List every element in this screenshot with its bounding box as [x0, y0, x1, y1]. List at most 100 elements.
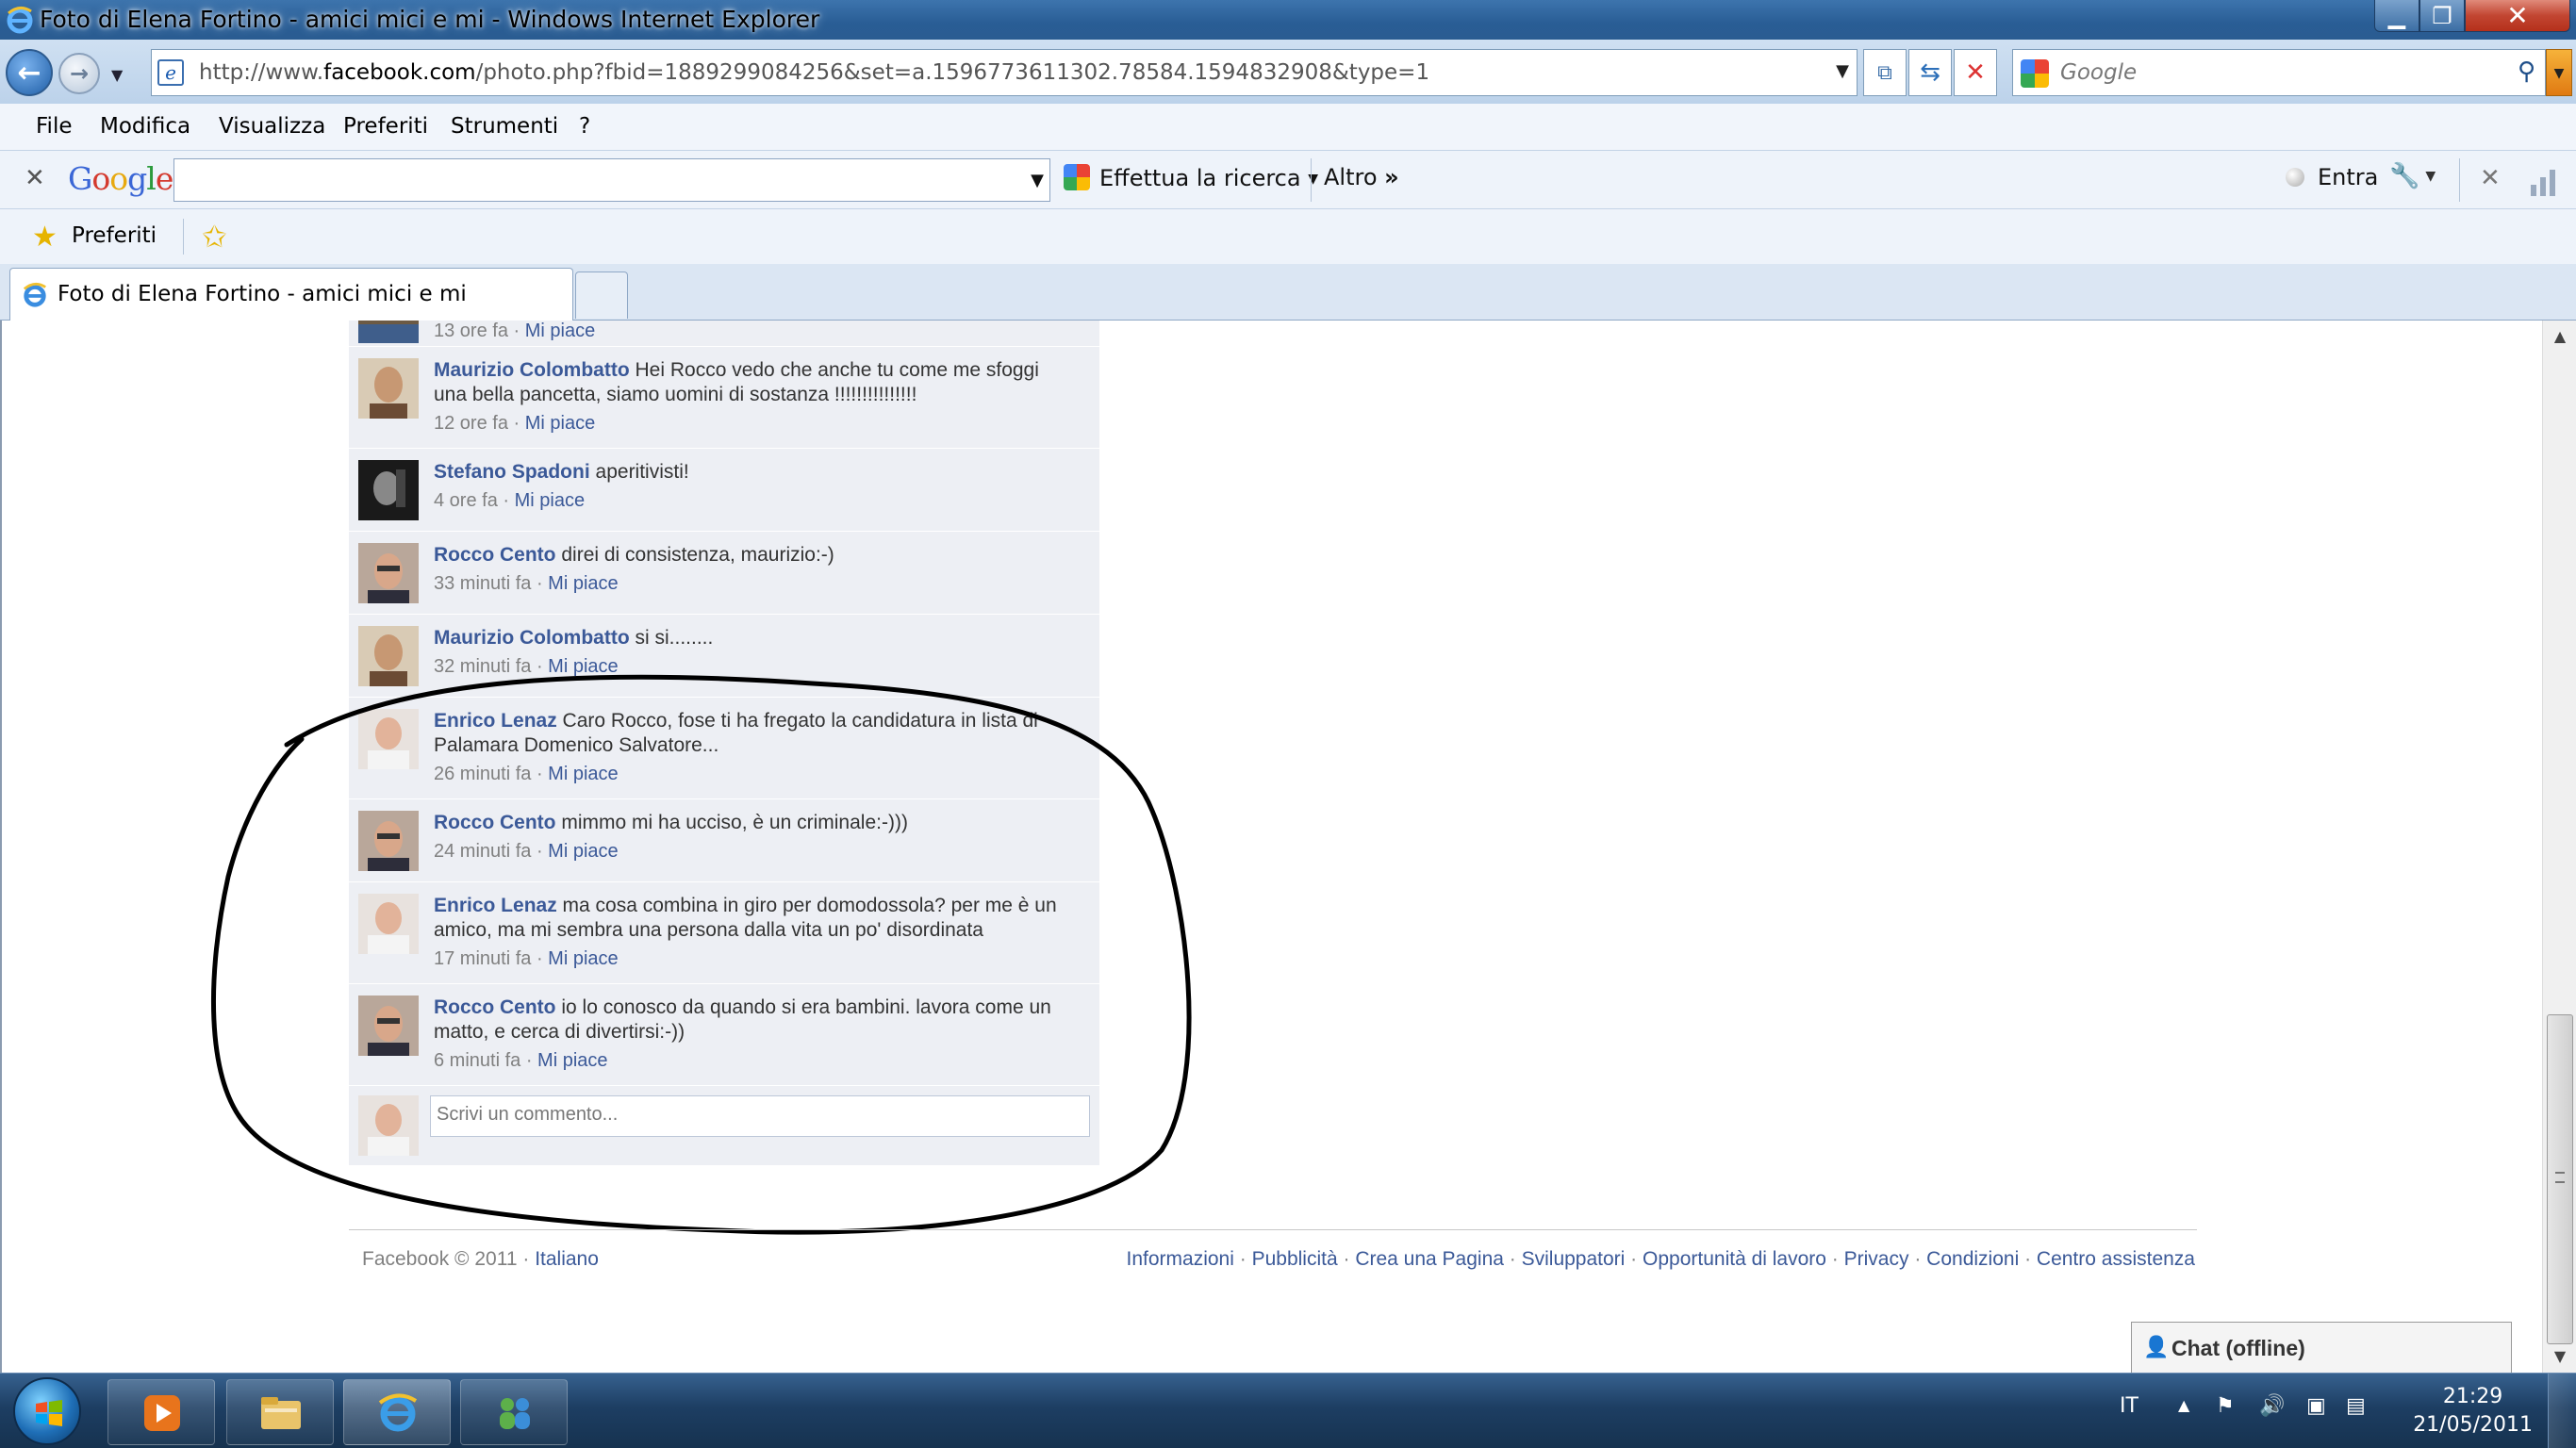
scrollbar-thumb[interactable] — [2547, 1014, 2573, 1344]
taskbar-explorer[interactable] — [226, 1379, 334, 1445]
favorites-button[interactable]: Preferiti — [72, 223, 157, 248]
add-favorites-icon[interactable]: ✩ — [202, 219, 227, 255]
like-link[interactable]: Mi piace — [525, 321, 595, 341]
comment-input[interactable]: Scrivi un commento... — [430, 1095, 1090, 1137]
like-link[interactable]: Mi piace — [515, 490, 585, 511]
favorites-star-icon: ★ — [32, 221, 58, 254]
like-link[interactable]: Mi piace — [548, 656, 618, 677]
address-bar[interactable]: e http://www.facebook.com/photo.php?fbid… — [151, 49, 1858, 96]
like-link[interactable]: Mi piace — [548, 841, 618, 862]
google-icon — [2021, 59, 2049, 88]
comment-author[interactable]: Enrico Lenaz — [434, 710, 557, 732]
google-icon — [1064, 164, 1090, 190]
footer-link-informazioni[interactable]: Informazioni — [1127, 1248, 1234, 1270]
start-button[interactable] — [13, 1377, 81, 1445]
ie-logo-icon — [23, 282, 46, 307]
google-toolbar: ✕ Google ▼ Effettua la ricerca ▼ Altro »… — [0, 151, 2576, 209]
google-sign-in-button[interactable]: Entra — [2286, 164, 2378, 190]
explorer-folder-icon — [261, 1397, 301, 1429]
close-google-toolbar-icon[interactable]: ✕ — [2480, 164, 2501, 192]
comment-author[interactable]: Maurizio Colombatto — [434, 359, 630, 381]
footer-link-crea-pagina[interactable]: Crea una Pagina — [1355, 1248, 1504, 1270]
comment-author[interactable]: Rocco Cento — [434, 812, 556, 833]
tab-facebook-photo[interactable]: Foto di Elena Fortino - amici mici e mi — [9, 268, 573, 321]
language-link[interactable]: Italiano — [535, 1248, 599, 1270]
wrench-icon[interactable]: 🔧 ▼ — [2389, 162, 2436, 190]
footer-link-condizioni[interactable]: Condizioni — [1926, 1248, 2019, 1270]
comment-item: Rocco Cento io lo conosco da quando si e… — [349, 984, 1099, 1086]
avatar — [358, 996, 419, 1056]
footer-link-pubblicita[interactable]: Pubblicità — [1252, 1248, 1338, 1270]
like-link[interactable]: Mi piace — [525, 413, 595, 434]
navigation-bar: ← → ▼ e http://www.facebook.com/photo.ph… — [0, 40, 2576, 104]
language-indicator[interactable]: IT — [2120, 1394, 2138, 1418]
search-providers-dropdown[interactable]: ▼ — [2546, 49, 2572, 96]
stop-button[interactable]: ✕ — [1954, 49, 1997, 96]
close-toolbar-icon[interactable]: ✕ — [25, 164, 45, 192]
like-link[interactable]: Mi piace — [548, 764, 618, 784]
avatar — [358, 709, 419, 769]
refresh-icon: ⇆ — [1920, 58, 1940, 87]
menu-visualizza[interactable]: Visualizza — [219, 114, 325, 139]
page-content: 13 ore fa · Mi piace Maurizio Colombatto… — [0, 321, 2542, 1373]
menu-help[interactable]: ? — [579, 114, 590, 139]
network-icon[interactable]: ▤ — [2346, 1394, 2366, 1418]
windows-start-icon — [36, 1400, 62, 1426]
like-link[interactable]: Mi piace — [537, 1050, 607, 1071]
scroll-down-button[interactable]: ▼ — [2543, 1342, 2576, 1371]
like-link[interactable]: Mi piace — [548, 573, 618, 594]
comment-author[interactable]: Maurizio Colombatto — [434, 627, 630, 649]
search-placeholder: Google — [2060, 60, 2138, 85]
comment-meta: 6 minuti fa · Mi piace — [434, 1050, 608, 1071]
comment-author[interactable]: Enrico Lenaz — [434, 895, 557, 916]
maximize-button[interactable]: ❐ — [2419, 0, 2465, 32]
comment-author[interactable]: Rocco Cento — [434, 996, 556, 1018]
close-window-button[interactable]: ✕ — [2465, 0, 2570, 32]
comment-item: Enrico Lenaz ma cosa combina in giro per… — [349, 882, 1099, 984]
search-magnifier-icon[interactable]: ⚲ — [2518, 58, 2535, 86]
minimize-button[interactable]: ▁ — [2374, 0, 2419, 32]
menu-modifica[interactable]: Modifica — [100, 114, 190, 139]
taskbar-media-player[interactable] — [107, 1379, 215, 1445]
chat-bar[interactable]: 👤 Chat (offline) — [2131, 1322, 2512, 1373]
menu-file[interactable]: File — [36, 114, 73, 139]
comment-author[interactable]: Rocco Cento — [434, 544, 556, 566]
menu-preferiti[interactable]: Preferiti — [343, 114, 428, 139]
address-dropdown[interactable]: ▼ — [1836, 61, 1849, 81]
forward-button[interactable]: → — [58, 53, 100, 94]
footer-link-sviluppatori[interactable]: Sviluppatori — [1522, 1248, 1626, 1270]
footer-link-privacy[interactable]: Privacy — [1844, 1248, 1909, 1270]
window-title: Foto di Elena Fortino - amici mici e mi … — [40, 6, 820, 33]
media-player-icon — [144, 1395, 180, 1431]
recent-pages-dropdown[interactable]: ▼ — [111, 66, 123, 84]
google-logo: Google — [68, 160, 173, 197]
device-icon[interactable]: ▣ — [2306, 1394, 2326, 1418]
like-link[interactable]: Mi piace — [548, 948, 618, 969]
tray-up-arrow-icon[interactable]: ▲ — [2178, 1396, 2189, 1414]
vertical-scrollbar[interactable]: ▲ ▼ — [2542, 321, 2576, 1373]
stop-icon: ✕ — [1965, 58, 1986, 87]
google-more-button[interactable]: Altro » — [1324, 164, 1399, 190]
comment-compose: Scrivi un commento... — [349, 1086, 1099, 1165]
google-search-input[interactable]: ▼ — [173, 158, 1050, 202]
taskbar-clock[interactable]: 21:29 21/05/2011 — [2413, 1383, 2533, 1440]
refresh-button[interactable]: ⇆ — [1908, 49, 1952, 96]
footer-link-assistenza[interactable]: Centro assistenza — [2037, 1248, 2195, 1270]
address-url[interactable]: http://www.facebook.com/photo.php?fbid=1… — [199, 60, 1429, 85]
taskbar-messenger[interactable] — [460, 1379, 568, 1445]
comment-meta: 24 minuti fa · Mi piace — [434, 841, 619, 862]
volume-icon[interactable]: 🔊 — [2259, 1394, 2285, 1418]
chevron-down-icon[interactable]: ▼ — [1031, 171, 1044, 190]
back-button[interactable]: ← — [6, 49, 53, 96]
scroll-up-button[interactable]: ▲ — [2543, 322, 2576, 351]
footer-link-lavoro[interactable]: Opportunità di lavoro — [1643, 1248, 1826, 1270]
taskbar-internet-explorer[interactable] — [343, 1379, 451, 1445]
flag-icon[interactable]: ⚑ — [2216, 1394, 2235, 1418]
comment-author[interactable]: Stefano Spadoni — [434, 461, 590, 483]
google-search-button[interactable]: Effettua la ricerca ▼ — [1064, 164, 1318, 191]
new-tab-button[interactable] — [575, 272, 628, 319]
show-desktop-button[interactable] — [2548, 1374, 2576, 1448]
menu-strumenti[interactable]: Strumenti — [451, 114, 558, 139]
search-box[interactable]: Google ⚲ — [2012, 49, 2546, 96]
compatibility-view-button[interactable]: ⧉ — [1863, 49, 1907, 96]
